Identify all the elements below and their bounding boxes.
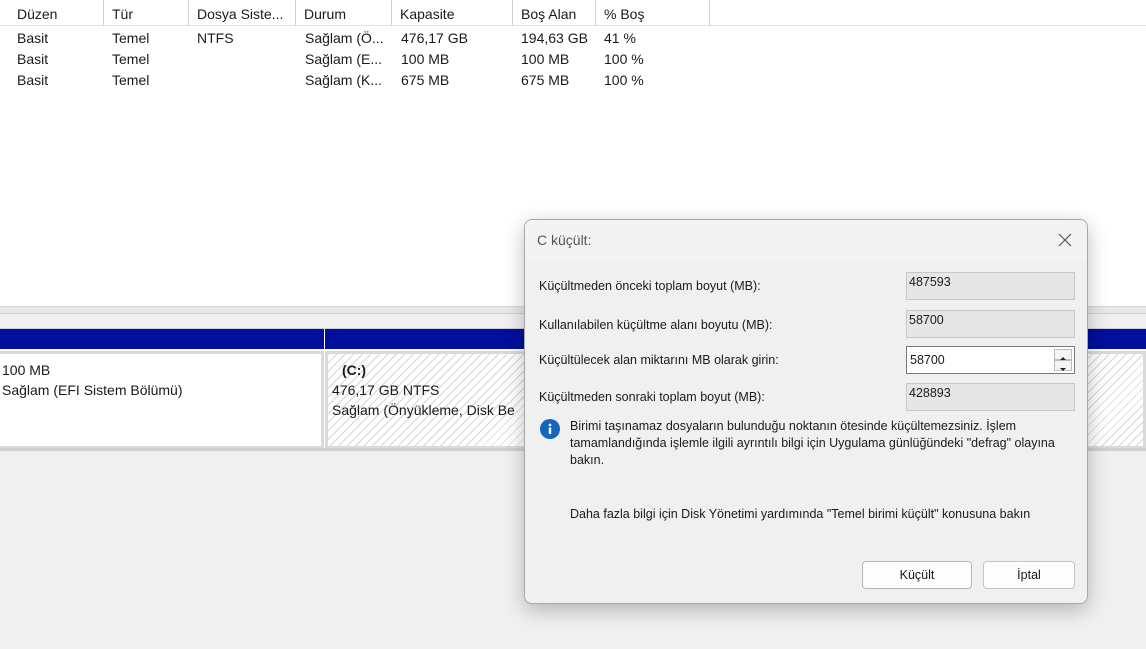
chevron-down-icon[interactable] <box>1054 360 1072 371</box>
shrink-amount-stepper[interactable] <box>906 346 1075 374</box>
partition-body: 100 MB Sağlam (EFI Sistem Bölümü) <box>0 351 324 449</box>
cell-type: Temel <box>112 72 150 88</box>
cell-percent-free: 100 % <box>604 72 644 88</box>
cell-free-space: 675 MB <box>521 72 570 88</box>
dialog-body: Küçültmeden önceki toplam boyut (MB): 48… <box>525 260 1087 603</box>
shrink-amount-label: Küçültülecek alan miktarını MB olarak gi… <box>539 353 779 367</box>
cell-percent-free: 41 % <box>604 30 636 46</box>
chevron-up-icon[interactable] <box>1054 349 1072 360</box>
total-before-label: Küçültmeden önceki toplam boyut (MB): <box>539 279 761 293</box>
cell-type: Temel <box>112 30 150 46</box>
info-icon <box>540 419 560 439</box>
info-message: Birimi taşınamaz dosyaların bulunduğu no… <box>570 419 1055 467</box>
cell-status: Sağlam (Ö... <box>305 30 384 46</box>
cell-percent-free: 100 % <box>604 51 644 67</box>
column-header-free-space[interactable]: Boş Alan <box>513 0 596 26</box>
cell-status: Sağlam (K... <box>305 72 383 88</box>
shrink-button[interactable]: Küçült <box>862 561 972 589</box>
available-shrink-label: Kullanılabilen küçültme alanı boyutu (MB… <box>539 318 773 332</box>
cell-layout: Basit <box>17 51 49 67</box>
cell-capacity: 100 MB <box>401 51 450 67</box>
list-header: Düzen Tür Dosya Siste... Durum Kapasite … <box>0 0 1146 26</box>
column-header-capacity[interactable]: Kapasite <box>392 0 513 26</box>
cell-filesystem: NTFS <box>197 30 234 46</box>
column-header-percent-free[interactable]: % Boş <box>596 0 710 26</box>
dialog-titlebar[interactable]: C küçült: <box>525 220 1087 260</box>
partition-status: Sağlam (EFI Sistem Bölümü) <box>2 382 183 398</box>
dialog-title: C küçült: <box>537 232 592 248</box>
total-before-field: 487593 <box>906 272 1075 300</box>
cell-capacity: 476,17 GB <box>401 30 468 46</box>
partition-bar <box>0 329 324 349</box>
cell-status: Sağlam (E... <box>305 51 383 67</box>
table-row[interactable]: Basit Temel Sağlam (K... 675 MB 675 MB 1… <box>0 70 700 91</box>
cell-capacity: 675 MB <box>401 72 450 88</box>
cancel-button[interactable]: İptal <box>983 561 1075 589</box>
cell-layout: Basit <box>17 72 49 88</box>
table-row[interactable]: Basit Temel Sağlam (E... 100 MB 100 MB 1… <box>0 49 700 70</box>
column-header-status[interactable]: Durum <box>296 0 392 26</box>
close-icon[interactable] <box>1053 228 1077 252</box>
column-header-layout[interactable]: Düzen <box>0 0 104 26</box>
cell-free-space: 194,63 GB <box>521 30 588 46</box>
total-after-label: Küçültmeden sonraki toplam boyut (MB): <box>539 390 765 404</box>
help-message: Daha fazla bilgi için Disk Yönetimi yard… <box>570 507 1031 521</box>
column-header-filesystem[interactable]: Dosya Siste... <box>189 0 296 26</box>
cell-layout: Basit <box>17 30 49 46</box>
column-header-type[interactable]: Tür <box>104 0 189 26</box>
partition-size: 100 MB <box>2 362 51 378</box>
spin-buttons <box>1054 349 1072 371</box>
total-after-field: 428893 <box>906 383 1075 411</box>
partition-efi[interactable]: 100 MB Sağlam (EFI Sistem Bölümü) <box>0 329 324 449</box>
shrink-dialog: C küçült: Küçültmeden önceki toplam boyu… <box>524 219 1088 604</box>
available-shrink-field: 58700 <box>906 310 1075 338</box>
shrink-amount-input[interactable] <box>907 347 1051 373</box>
table-row[interactable]: Basit Temel NTFS Sağlam (Ö... 476,17 GB … <box>0 28 700 49</box>
cell-free-space: 100 MB <box>521 51 570 67</box>
cell-type: Temel <box>112 51 150 67</box>
